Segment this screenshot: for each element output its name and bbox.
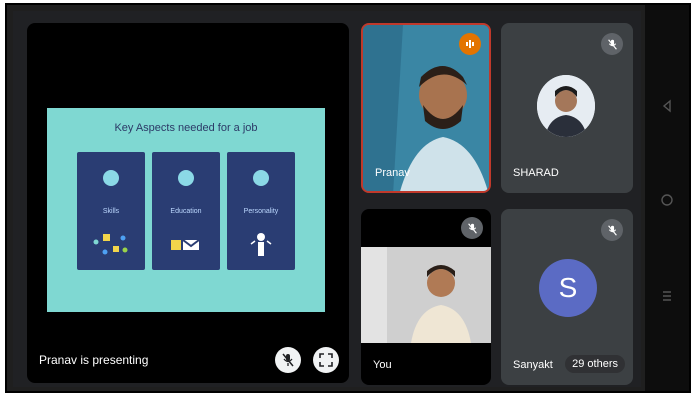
participant-tile-others[interactable]: S Sanyakt 29 others	[501, 209, 633, 385]
personality-icon	[253, 170, 269, 186]
card-label: Personality	[243, 208, 279, 215]
mute-presenter-button[interactable]	[275, 347, 301, 373]
participant-name: Pranav	[375, 167, 410, 179]
skills-illustration-icon	[93, 234, 128, 255]
presenting-label: Pranav is presenting	[39, 353, 149, 367]
muted-indicator	[461, 217, 483, 239]
participant-tile-you[interactable]: You	[361, 209, 491, 385]
personality-illustration-icon	[250, 233, 272, 256]
self-video	[361, 247, 491, 343]
mic-off-icon	[607, 224, 617, 236]
fullscreen-button[interactable]	[313, 347, 339, 373]
participant-name: Sanyakt	[513, 359, 553, 371]
speaking-indicator	[459, 33, 481, 55]
skills-icon	[103, 170, 119, 186]
avatar-photo	[537, 75, 595, 137]
mic-off-icon	[607, 38, 617, 50]
recents-icon[interactable]	[659, 289, 675, 305]
muted-indicator	[601, 219, 623, 241]
slide-title: Key Aspects needed for a job	[114, 122, 258, 134]
home-icon[interactable]	[659, 193, 675, 209]
mic-off-icon	[467, 222, 477, 234]
screenshot-frame: Key Aspects needed for a job Skills Educ…	[5, 3, 691, 393]
muted-indicator	[601, 33, 623, 55]
meeting-grid: Key Aspects needed for a job Skills Educ…	[13, 11, 641, 387]
system-navigation-bar	[645, 5, 689, 391]
education-card: Education	[152, 152, 220, 270]
participant-tile-pranav[interactable]: Pranav	[361, 23, 491, 193]
education-illustration-icon	[171, 239, 200, 250]
presentation-slide: Key Aspects needed for a job Skills Educ…	[47, 108, 325, 312]
others-count-badge[interactable]: 29 others	[565, 355, 625, 373]
back-icon[interactable]	[659, 99, 675, 115]
card-label: Education	[170, 208, 202, 215]
fullscreen-icon	[319, 353, 333, 367]
card-label: Skills	[102, 208, 120, 215]
participant-name: You	[373, 359, 392, 371]
audio-level-icon	[466, 40, 474, 48]
avatar: S	[539, 259, 597, 317]
personality-card: Personality	[227, 152, 295, 270]
education-icon	[178, 170, 194, 186]
mic-off-icon	[282, 353, 294, 367]
avatar	[537, 75, 595, 137]
skills-card: Skills	[77, 152, 145, 270]
participant-tile-sharad[interactable]: SHARAD	[501, 23, 633, 193]
participant-name: SHARAD	[513, 167, 559, 179]
presentation-tile[interactable]: Key Aspects needed for a job Skills Educ…	[27, 23, 349, 383]
